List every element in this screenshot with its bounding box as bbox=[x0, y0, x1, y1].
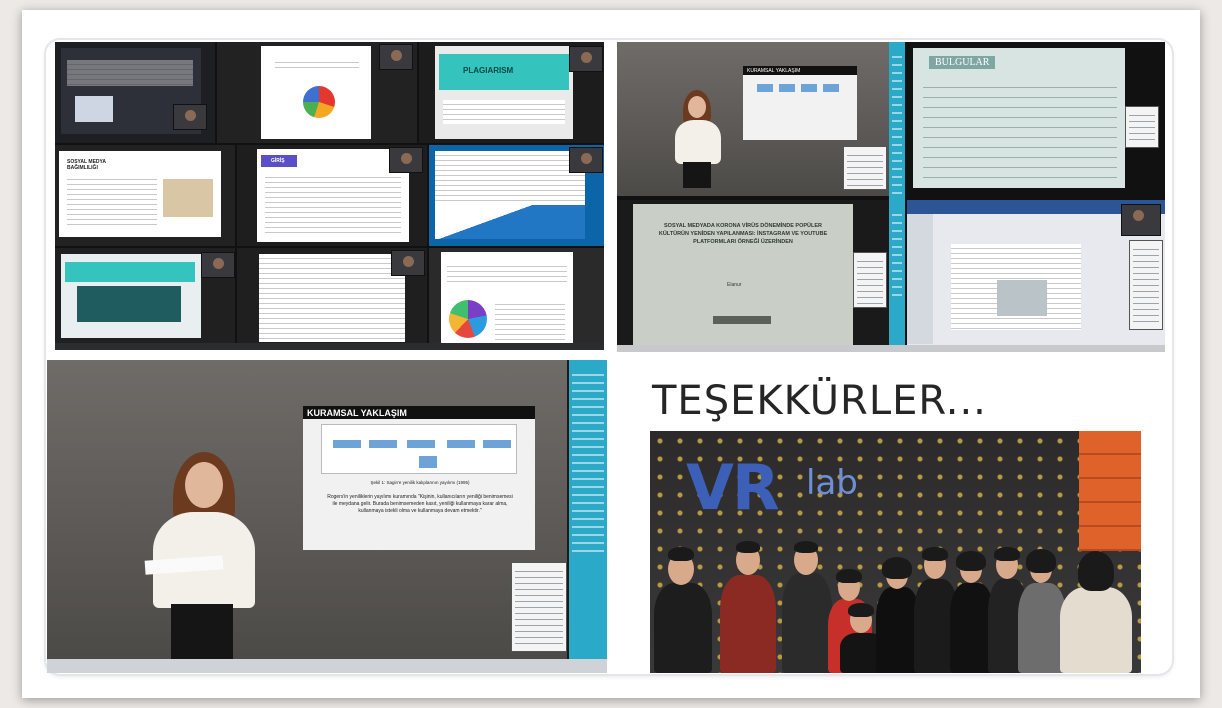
a1-title: PLAGIARISM bbox=[463, 66, 514, 75]
screen-presenter-small: KURAMSAL YAKLAŞIM bbox=[617, 42, 889, 196]
b2-heading: BULGULAR bbox=[929, 56, 996, 69]
screen-thumb-1 bbox=[55, 42, 215, 143]
group-photo: VR lab bbox=[650, 431, 1141, 673]
thanks-heading: TEŞEKKÜRLER... bbox=[652, 378, 987, 424]
b3-thesis-title: SOSYAL MEDYADA KORONA VİRÜS DÖNEMİNDE PO… bbox=[658, 223, 828, 245]
screen-thumb-7 bbox=[55, 248, 235, 350]
kuramsal-slide: KURAMSAL YAKLAŞIM Şekil 1: Sagin'e yenil… bbox=[303, 406, 535, 550]
screen-thumb-6 bbox=[429, 145, 604, 246]
screen-thumb-3: PLAGIARISM bbox=[419, 42, 604, 143]
a2-title: GİRİŞ bbox=[271, 158, 285, 164]
screen-thumb-8 bbox=[237, 248, 427, 350]
screen-bulgular: BULGULAR bbox=[907, 42, 1165, 196]
b1-heading: KURAMSAL YAKLAŞIM bbox=[743, 66, 857, 75]
a3-heading: SOSYAL MEDYA BAĞIMLILIĞI bbox=[67, 159, 106, 171]
screen-thesis-title: SOSYAL MEDYADA KORONA VİRÜS DÖNEMİNDE PO… bbox=[617, 200, 889, 352]
screen-thumb-4: SOSYAL MEDYA BAĞIMLILIĞI bbox=[55, 145, 235, 246]
presenter bbox=[144, 452, 265, 660]
screen-thumb-5: GİRİŞ bbox=[237, 145, 427, 246]
screen-grid-top-right: KURAMSAL YAKLAŞIM BULGULAR SOSYAL MEDYAD… bbox=[617, 42, 1165, 352]
c-heading: KURAMSAL YAKLAŞIM bbox=[303, 406, 535, 419]
screen-grid-top-left: PLAGIARISM SOSYAL MEDYA BAĞIMLILIĞI GİRİ… bbox=[55, 42, 604, 350]
b3-author: Elanur bbox=[727, 282, 742, 288]
participants-panel bbox=[511, 562, 567, 652]
screen-thumb-2 bbox=[217, 42, 417, 143]
c-quote: Rogers'in yeniliklerin yayılımı kuramınd… bbox=[327, 494, 513, 514]
screen-presenter-large: KURAMSAL YAKLAŞIM Şekil 1: Sagin'e yenil… bbox=[47, 360, 607, 673]
screen-thumb-9 bbox=[429, 248, 604, 350]
c-caption: Şekil 1: Sagin'e yenilik kalıplarının ya… bbox=[370, 480, 470, 485]
screen-word-doc bbox=[907, 200, 1165, 352]
